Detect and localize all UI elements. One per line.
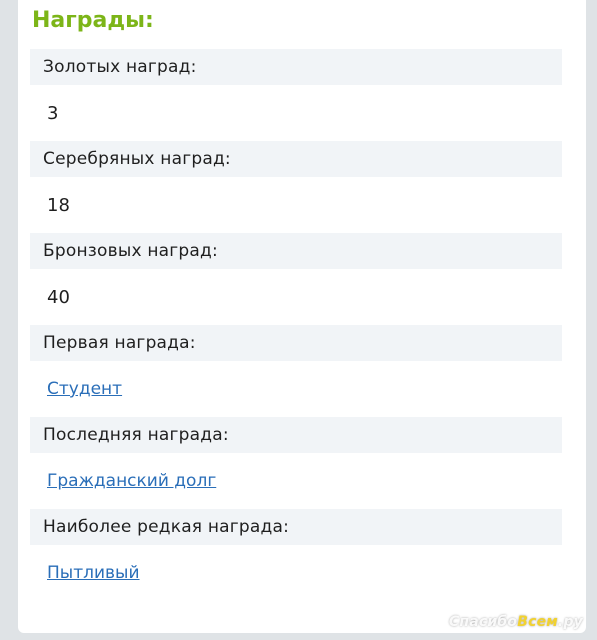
bronze-count: 40: [47, 286, 70, 308]
award-value-bronze: 40: [30, 269, 562, 325]
watermark-suffix: .ру: [557, 614, 583, 630]
award-label-first: Первая награда:: [30, 325, 562, 361]
award-value-silver: 18: [30, 177, 562, 233]
silver-count: 18: [47, 194, 70, 216]
site-watermark: СпасибоВсем.ру: [449, 614, 583, 630]
award-label-bronze: Бронзовых наград:: [30, 233, 562, 269]
gold-count: 3: [47, 102, 59, 124]
award-label-rarest: Наиболее редкая награда:: [30, 509, 562, 545]
first-award-link[interactable]: Студент: [47, 379, 122, 399]
award-value-first: Студент: [30, 361, 562, 417]
award-value-rarest: Пытливый: [30, 545, 562, 601]
last-award-link[interactable]: Гражданский долг: [47, 471, 216, 491]
awards-card: Награды: Золотых наград: 3 Серебряных на…: [18, 0, 586, 633]
watermark-accent: Всем: [517, 614, 558, 630]
award-label-gold: Золотых наград:: [30, 49, 562, 85]
awards-list: Золотых наград: 3 Серебряных наград: 18 …: [30, 49, 562, 601]
awards-section-title: Награды:: [32, 8, 154, 33]
award-label-last: Последняя награда:: [30, 417, 562, 453]
award-value-gold: 3: [30, 85, 562, 141]
award-label-silver: Серебряных наград:: [30, 141, 562, 177]
award-value-last: Гражданский долг: [30, 453, 562, 509]
watermark-main: Спасибо: [448, 614, 518, 630]
rarest-award-link[interactable]: Пытливый: [47, 563, 140, 583]
